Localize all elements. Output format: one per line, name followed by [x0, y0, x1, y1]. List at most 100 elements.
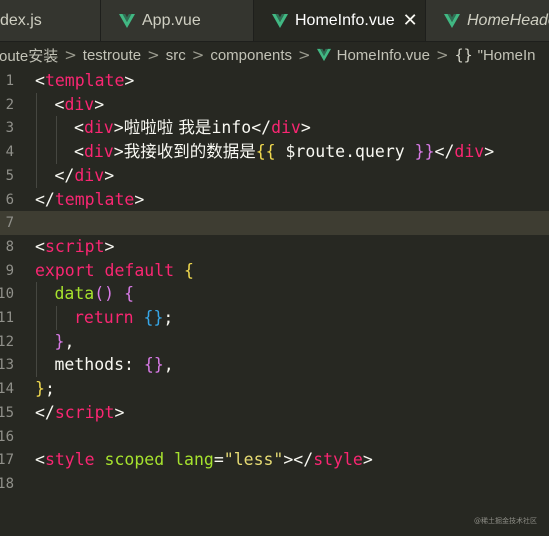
- code-token: </: [251, 118, 272, 138]
- indent-guide: [36, 163, 37, 188]
- code-token: 啦啦啦 我是: [123, 118, 212, 138]
- code-line[interactable]: 18: [0, 472, 549, 496]
- code-token: ;: [163, 308, 174, 327]
- indent-guide: [55, 116, 57, 141]
- chevron-right-icon: >: [436, 46, 449, 64]
- code-token: scoped lang: [104, 450, 214, 470]
- tab-homeinfo-vue[interactable]: HomeInfo.vue ✕: [254, 0, 426, 41]
- chevron-right-icon: >: [147, 46, 160, 64]
- code-token: }: [35, 379, 45, 399]
- tab-index-js[interactable]: dex.js: [0, 0, 101, 41]
- breadcrumb-item[interactable]: src: [166, 47, 186, 64]
- line-number: 5: [5, 167, 14, 184]
- code-token: {: [124, 284, 134, 304]
- breadcrumb-item[interactable]: components: [210, 47, 292, 64]
- code-line[interactable]: 3 <div>啦啦啦 我是info</div>: [0, 116, 549, 141]
- code-token: div: [74, 165, 105, 185]
- code-token: >: [104, 165, 115, 185]
- vue-icon: [272, 13, 288, 28]
- tab-app-vue[interactable]: App.vue: [101, 0, 254, 41]
- code-line[interactable]: 9 export default {: [0, 259, 549, 283]
- indent-guide: [36, 353, 37, 378]
- vue-icon: [444, 13, 460, 28]
- code-line[interactable]: 8 <script>: [0, 235, 549, 259]
- code-line[interactable]: 17 <style scoped lang="less"></style>: [0, 448, 549, 472]
- code-editor[interactable]: 1 <template> 2 <div> 3 <div>啦啦啦 我是info</div> 4…: [0, 68, 549, 536]
- code-token: =: [213, 450, 224, 470]
- code-token: <: [74, 142, 84, 162]
- code-token: div: [271, 118, 301, 138]
- code-content: </div>: [55, 164, 115, 188]
- code-token: <: [74, 118, 84, 138]
- code-token: div: [83, 142, 114, 162]
- breadcrumb-item[interactable]: "HomeIn: [478, 47, 536, 64]
- code-content: return {};: [74, 306, 173, 330]
- tab-label: dex.js: [0, 11, 42, 29]
- chevron-right-icon: >: [191, 46, 205, 64]
- code-token: </: [54, 165, 75, 185]
- code-token: >: [104, 236, 115, 256]
- breadcrumb: route安装 > testroute > src > components > HomeInf…: [0, 42, 549, 68]
- code-line[interactable]: 5 </div>: [0, 163, 549, 188]
- line-number: 13: [0, 357, 14, 374]
- indent-guide: [36, 116, 37, 141]
- code-content: <template>: [35, 69, 134, 93]
- indent-guide: [55, 306, 57, 330]
- line-number: 3: [5, 120, 14, 137]
- code-line[interactable]: 1 <template>: [0, 69, 549, 93]
- code-line[interactable]: 7: [0, 211, 549, 236]
- breadcrumb-item[interactable]: route安装: [0, 45, 58, 66]
- close-tab-icon[interactable]: ✕: [403, 10, 418, 31]
- line-number: 2: [5, 96, 14, 113]
- code-content: <div>我接收到的数据是{{ $route.query }}</div>: [74, 140, 494, 164]
- code-content: </script>: [35, 401, 124, 425]
- tab-label: HomeHeade: [467, 11, 549, 29]
- code-line[interactable]: 2 <div>: [0, 92, 549, 117]
- code-token: script: [44, 236, 105, 256]
- code-line[interactable]: 12},: [0, 329, 549, 354]
- code-token: return: [74, 308, 144, 327]
- code-token: template: [44, 71, 125, 90]
- code-token: data: [54, 284, 95, 304]
- code-token: 我接收到的数据是: [123, 142, 256, 162]
- indent-guide: [36, 329, 37, 354]
- code-token: {: [184, 260, 194, 280]
- code-line[interactable]: 15 </script>: [0, 401, 549, 425]
- code-token: ,: [64, 331, 75, 351]
- vue-icon: [119, 13, 135, 28]
- code-line[interactable]: 4 <div>我接收到的数据是{{ $route.query }}</div>: [0, 140, 549, 165]
- code-content: <style scoped lang="less"></style>: [35, 448, 373, 472]
- code-token: "less": [223, 450, 284, 470]
- code-token: {{: [255, 142, 276, 162]
- code-content: },: [55, 330, 75, 354]
- code-line[interactable]: 10 data() {: [0, 282, 549, 307]
- line-number: 10: [0, 286, 14, 303]
- code-token: <: [35, 71, 45, 90]
- tab-homeheader[interactable]: HomeHeade: [426, 0, 549, 41]
- code-token: >: [300, 118, 311, 138]
- code-token: }}: [414, 142, 435, 162]
- code-token: >: [134, 189, 145, 209]
- indent-guide: [36, 282, 37, 307]
- line-number: 17: [0, 452, 14, 469]
- tab-label: App.vue: [142, 11, 201, 29]
- code-line[interactable]: 16: [0, 425, 549, 449]
- editor-tab-bar: dex.js App.vue HomeInfo.vue ✕ HomeHeade: [0, 0, 549, 42]
- code-content: </template>: [35, 188, 144, 212]
- code-line[interactable]: 6 </template>: [0, 188, 549, 212]
- line-number: 14: [0, 381, 14, 398]
- code-token: ></: [283, 450, 314, 470]
- code-token: script: [54, 402, 115, 422]
- code-token: $route.query: [275, 142, 415, 162]
- line-number: 11: [0, 310, 14, 326]
- breadcrumb-item[interactable]: testroute: [83, 47, 141, 64]
- code-line[interactable]: 11 return {};: [0, 306, 549, 330]
- code-line[interactable]: 13 methods: {},: [0, 353, 549, 378]
- breadcrumb-item[interactable]: HomeInfo.vue: [337, 47, 430, 64]
- code-token: {}: [143, 308, 164, 327]
- indent-guide: [36, 306, 37, 330]
- code-token: </: [35, 189, 55, 209]
- code-line[interactable]: 14};: [0, 377, 549, 401]
- code-token: >: [113, 142, 124, 162]
- code-content: export default {: [35, 259, 194, 283]
